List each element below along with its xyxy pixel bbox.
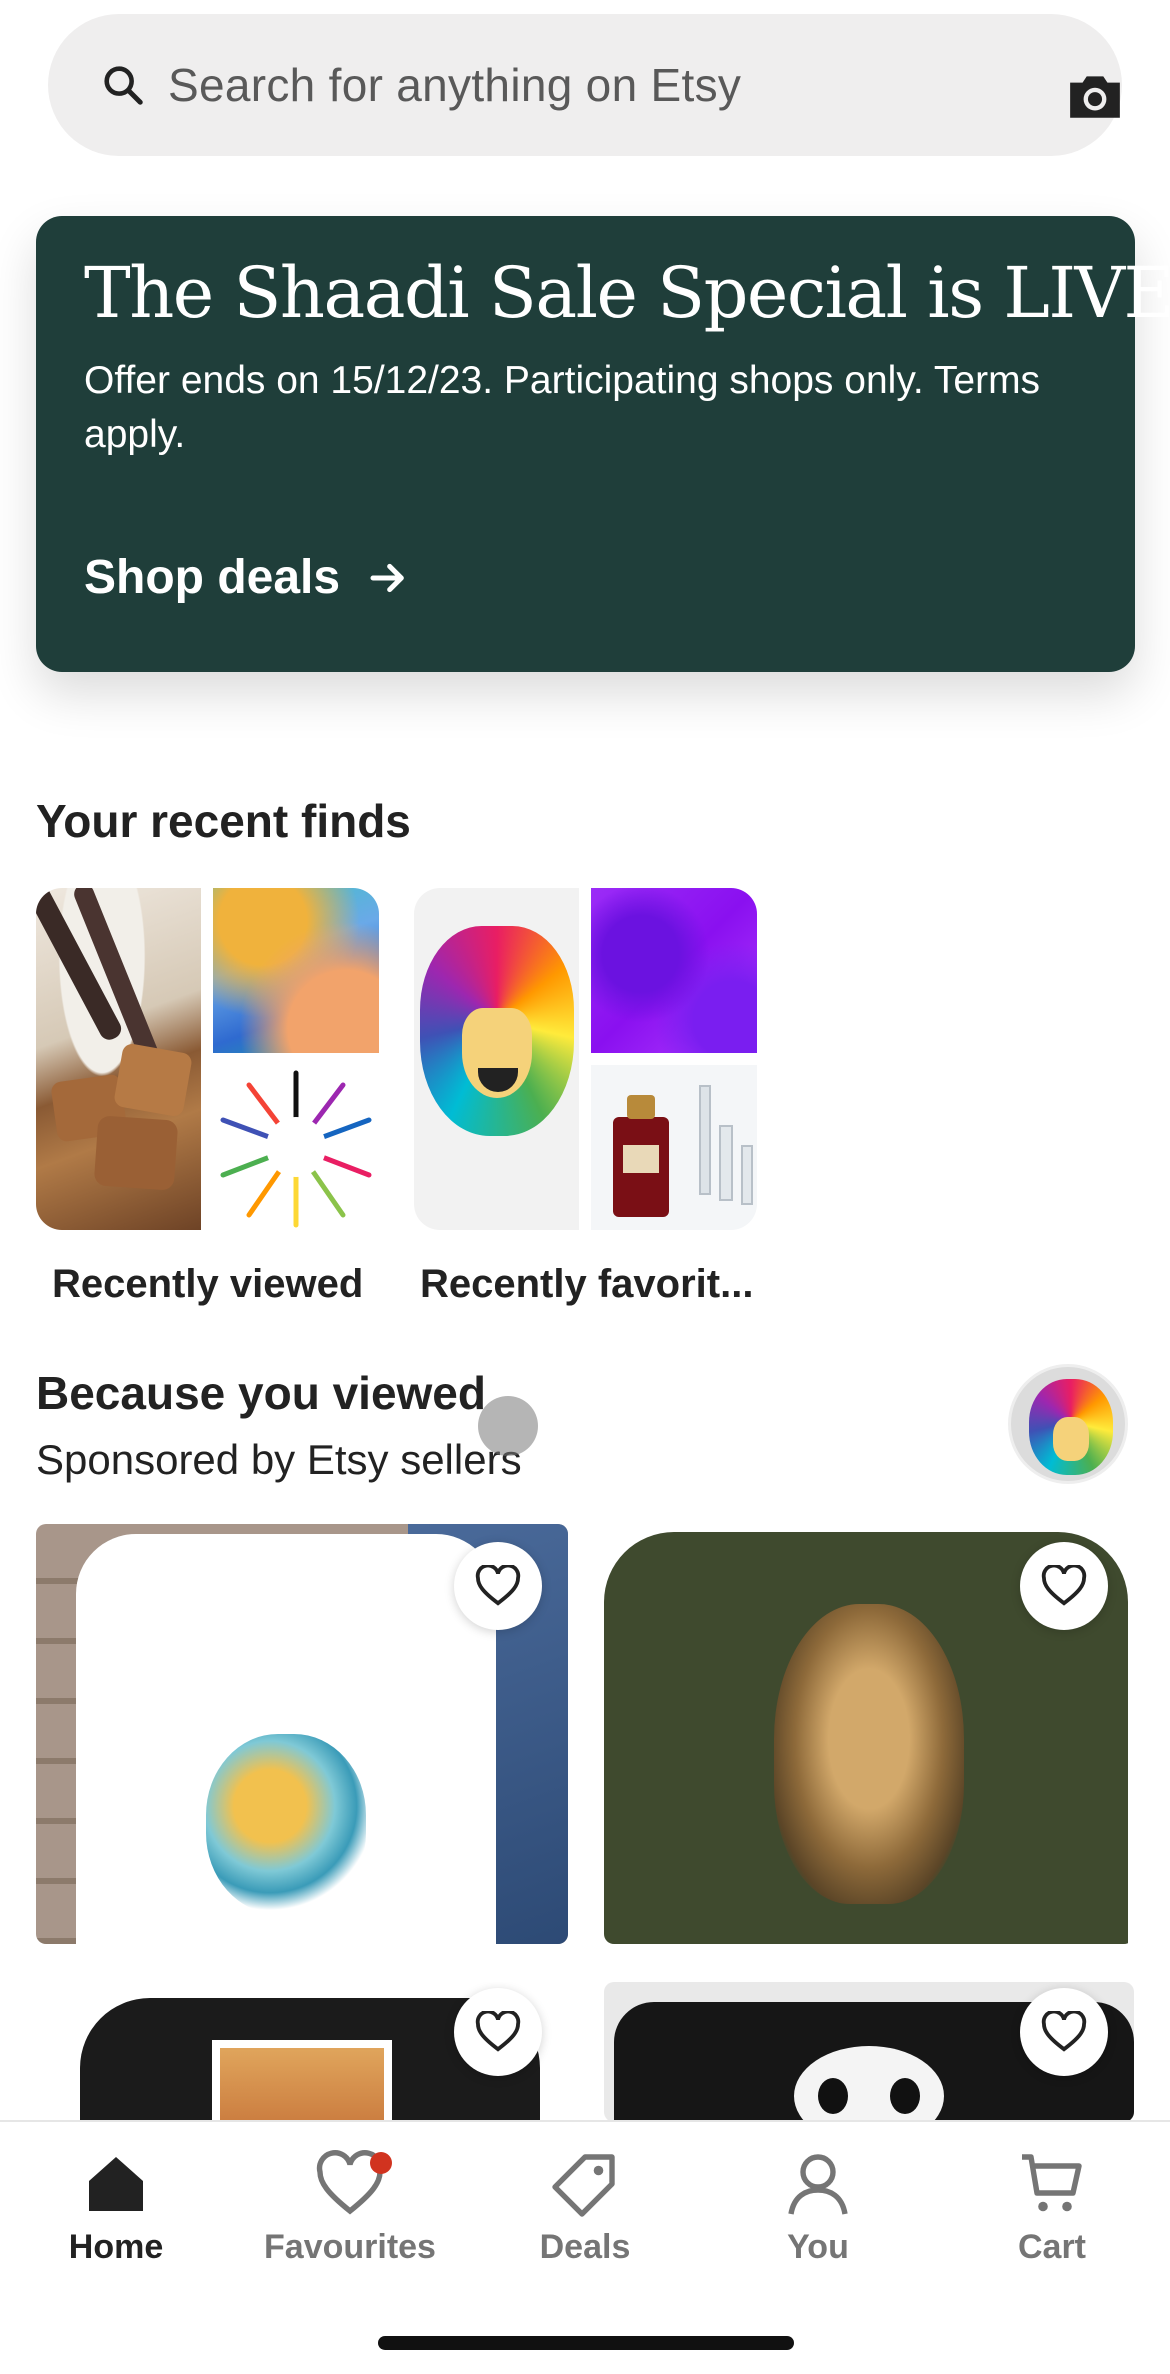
recently-viewed-collection[interactable] <box>36 888 379 1230</box>
camera-icon[interactable] <box>1066 70 1124 120</box>
home-icon <box>89 2157 143 2211</box>
nav-favourites-label: Favourites <box>264 2228 436 2266</box>
nav-cart-label: Cart <box>1017 2228 1087 2266</box>
banner-title: The Shaadi Sale Special is LIVE! <box>84 252 1170 334</box>
product-card[interactable] <box>604 1524 1134 1944</box>
heart-icon <box>475 2011 521 2052</box>
heart-icon <box>1041 2011 1087 2052</box>
wallpaper-thumbnail <box>213 888 379 1053</box>
favorite-button[interactable] <box>454 1542 542 1630</box>
nav-deals[interactable]: Deals <box>485 2148 685 2267</box>
banner-subtitle: Offer ends on 15/12/23. Participating sh… <box>84 359 1041 456</box>
shop-deals-link[interactable]: Shop deals <box>84 550 408 605</box>
user-icon <box>788 2154 848 2215</box>
recently-viewed-label[interactable]: Recently viewed <box>52 1262 363 1307</box>
purple-wallpaper-thumbnail <box>591 888 757 1053</box>
touch-indicator <box>478 1396 538 1456</box>
heart-icon <box>475 1565 521 1606</box>
nav-cart[interactable]: Cart <box>952 2148 1152 2267</box>
viewed-item-avatar[interactable] <box>1008 1364 1128 1484</box>
recent-finds-title: Your recent finds <box>36 795 411 847</box>
nav-deals-label: Deals <box>539 2228 631 2266</box>
recently-favorited-label[interactable]: Recently favorit... <box>420 1262 753 1307</box>
because-you-viewed-title: Because you viewed <box>36 1367 486 1419</box>
fudge-thumbnail <box>36 888 201 1230</box>
search-input[interactable]: Search for anything on Etsy <box>168 14 741 156</box>
arrow-right-icon <box>370 563 404 592</box>
search-icon <box>104 66 143 105</box>
perfume-thumbnail <box>591 1065 757 1230</box>
cart-icon <box>1022 2154 1082 2212</box>
product-card[interactable] <box>36 1524 568 1944</box>
recently-favorited-collection[interactable] <box>414 888 757 1230</box>
nav-home-label: Home <box>68 2228 164 2266</box>
tag-icon <box>552 2154 615 2217</box>
nav-favourites[interactable]: Favourites <box>250 2148 450 2267</box>
markers-thumbnail <box>213 1065 379 1230</box>
favorite-button[interactable] <box>1020 1988 1108 2076</box>
notification-badge <box>370 2152 392 2174</box>
shop-deals-label: Shop deals <box>84 551 341 604</box>
lion-shirt-thumbnail <box>414 888 579 1230</box>
sponsored-subtitle: Sponsored by Etsy sellers <box>36 1436 522 1483</box>
product-card[interactable] <box>36 1982 568 2122</box>
promo-banner[interactable]: The Shaadi Sale Special is LIVE! Offer e… <box>36 216 1170 672</box>
favorite-button[interactable] <box>1020 1542 1108 1630</box>
nav-you[interactable]: You <box>718 2148 918 2267</box>
nav-home[interactable]: Home <box>16 2148 216 2267</box>
heart-icon <box>1041 1565 1087 1606</box>
product-card[interactable] <box>604 1982 1134 2122</box>
home-indicator <box>378 2336 794 2350</box>
favorite-button[interactable] <box>454 1988 542 2076</box>
nav-you-label: You <box>787 2228 849 2266</box>
search-bar[interactable]: Search for anything on Etsy <box>48 14 1122 156</box>
